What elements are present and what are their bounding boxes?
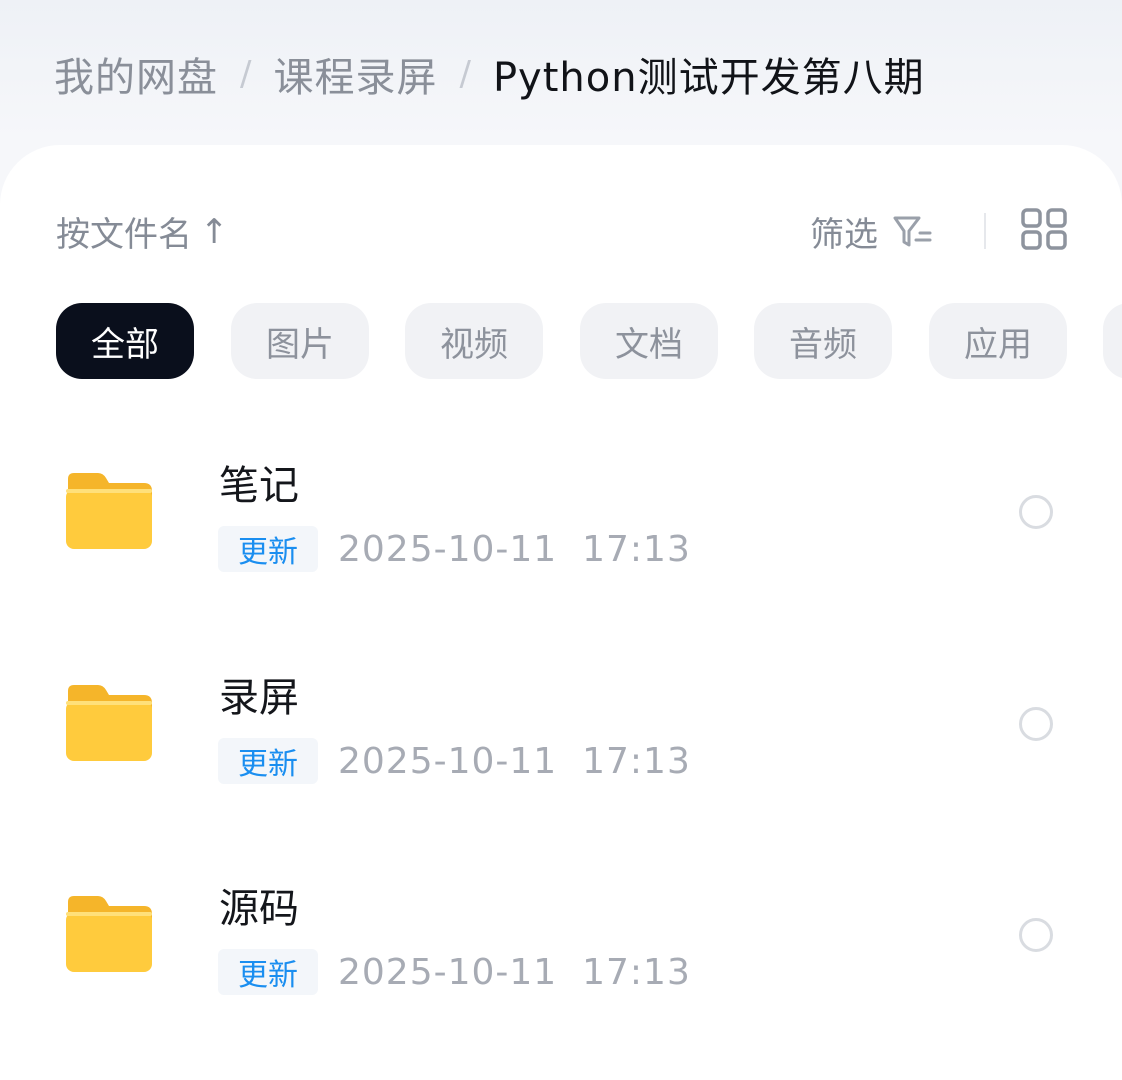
list-item[interactable]: 笔记 更新 2025-10-11 17:13 — [0, 453, 1122, 613]
breadcrumb-item-current-folder: Python测试开发第八期 — [492, 55, 925, 101]
file-name: 笔记 — [219, 463, 299, 509]
modified-time: 2025-10-11 17:13 — [338, 740, 691, 782]
breadcrumb-separator: / — [240, 54, 252, 94]
folder-icon — [66, 685, 152, 761]
list-item[interactable]: 源码 更新 2025-10-11 17:13 — [0, 876, 1122, 1036]
tab-audio[interactable]: 音频 — [754, 303, 892, 379]
filter-button[interactable]: 筛选 — [810, 207, 932, 256]
update-badge: 更新 — [218, 526, 318, 572]
sort-label: 按文件名 — [56, 215, 192, 255]
breadcrumb-separator: / — [459, 54, 471, 94]
filter-icon — [893, 216, 932, 246]
sort-arrow-up-icon: ↑ — [200, 211, 229, 252]
select-radio[interactable] — [1019, 918, 1053, 952]
sort-by-filename-button[interactable]: 按文件名 ↑ — [56, 207, 229, 256]
folder-icon — [66, 473, 152, 549]
modified-time: 2025-10-11 17:13 — [338, 951, 691, 993]
file-name: 录屏 — [219, 675, 299, 721]
list-item[interactable]: 录屏 更新 2025-10-11 17:13 — [0, 665, 1122, 825]
tab-all[interactable]: 全部 — [56, 303, 194, 379]
file-list-card: 按文件名 ↑ 筛选 全部 图片 视频 文档 音频 应用 笔记 更新 2025-1… — [0, 145, 1122, 1080]
select-radio[interactable] — [1019, 707, 1053, 741]
folder-icon — [66, 896, 152, 972]
tab-apps[interactable]: 应用 — [929, 303, 1067, 379]
tab-more[interactable] — [1103, 303, 1122, 379]
breadcrumb-item-my-drive[interactable]: 我的网盘 — [54, 45, 218, 103]
file-browser-page: 我的网盘 / 课程录屏 / Python测试开发第八期 按文件名 ↑ 筛选 全部… — [0, 0, 1122, 1080]
modified-time: 2025-10-11 17:13 — [338, 528, 691, 570]
update-badge: 更新 — [218, 738, 318, 784]
breadcrumb-item-course-recordings[interactable]: 课程录屏 — [273, 45, 437, 103]
toolbar-divider — [984, 213, 986, 249]
update-badge: 更新 — [218, 949, 318, 995]
breadcrumb: 我的网盘 / 课程录屏 / Python测试开发第八期 — [54, 44, 925, 104]
file-type-tabs: 全部 图片 视频 文档 音频 应用 — [56, 303, 1122, 379]
grid-view-icon[interactable] — [1021, 208, 1067, 250]
select-radio[interactable] — [1019, 495, 1053, 529]
tab-documents[interactable]: 文档 — [580, 303, 718, 379]
tab-videos[interactable]: 视频 — [405, 303, 543, 379]
tab-images[interactable]: 图片 — [231, 303, 369, 379]
file-name: 源码 — [219, 886, 299, 932]
filter-label: 筛选 — [810, 215, 878, 255]
